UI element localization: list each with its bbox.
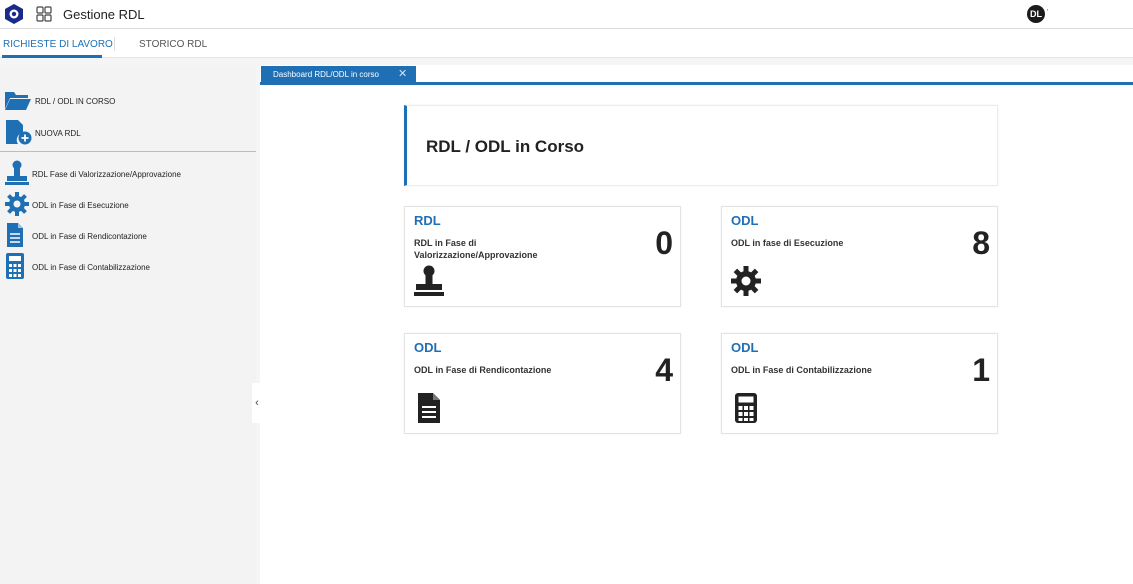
- gear-icon: [5, 192, 29, 216]
- sidebar-item-label: RDL Fase di Valorizzazione/Approvazione: [32, 170, 181, 179]
- main-tab-bar: RICHIESTE DI LAVORO STORICO RDL: [0, 29, 1133, 58]
- card-count: 8: [972, 225, 990, 261]
- sidebar-item-label: ODL in Fase di Contabilizzazione: [32, 263, 150, 272]
- new-document-icon: [6, 120, 32, 145]
- sidebar-item-nuova-rdl[interactable]: NUOVA RDL: [0, 119, 256, 147]
- sidebar-item-label: NUOVA RDL: [35, 129, 81, 138]
- card-odl-contabilizzazione[interactable]: ODL ODL in Fase di Contabilizzazione 1: [721, 333, 998, 434]
- sidebar-item-label: RDL / ODL IN CORSO: [35, 97, 116, 106]
- main-content: Dashboard RDL/ODL in corso ✕ RDL / ODL i…: [260, 65, 1133, 584]
- top-bar: Gestione RDL DL ': [0, 0, 1133, 29]
- active-tab-indicator: [2, 55, 102, 58]
- avatar-menu-indicator[interactable]: ': [1047, 9, 1048, 16]
- folder-open-icon: [5, 92, 31, 110]
- card-odl-rendicontazione[interactable]: ODL ODL in Fase di Rendicontazione 4: [404, 333, 681, 434]
- sidebar-item-label: ODL in Fase di Rendicontazione: [32, 232, 147, 241]
- tab-storico-rdl[interactable]: STORICO RDL: [139, 39, 207, 50]
- stamp-icon: [414, 265, 444, 296]
- doc-tab-underline: [260, 82, 1133, 85]
- card-odl-esecuzione[interactable]: ODL ODL in fase di Esecuzione 8: [721, 206, 998, 307]
- card-type: ODL: [731, 340, 759, 355]
- hexagon-logo-icon[interactable]: [4, 4, 24, 24]
- gear-icon: [731, 266, 761, 296]
- sidebar-item-odl-rendicontazione[interactable]: ODL in Fase di Rendicontazione: [0, 222, 256, 250]
- stamp-icon: [5, 160, 29, 185]
- tab-richieste-di-lavoro[interactable]: RICHIESTE DI LAVORO: [3, 39, 113, 50]
- app-grid-icon[interactable]: [36, 6, 52, 22]
- sidebar-item-odl-contabilizzazione[interactable]: ODL in Fase di Contabilizzazione: [0, 253, 256, 281]
- sidebar-item-rdl-valorizzazione[interactable]: RDL Fase di Valorizzazione/Approvazione: [0, 160, 256, 188]
- card-count: 4: [655, 352, 673, 388]
- card-description: ODL in fase di Esecuzione: [731, 238, 844, 248]
- tab-divider: [114, 37, 115, 51]
- calculator-icon: [6, 253, 24, 279]
- document-icon: [7, 223, 23, 247]
- sidebar-item-rdl-odl-in-corso[interactable]: RDL / ODL IN CORSO: [0, 87, 256, 115]
- sidebar-item-label: ODL in Fase di Esecuzione: [32, 201, 129, 210]
- tab-dashboard-rdl-odl[interactable]: Dashboard RDL/ODL in corso ✕: [261, 66, 416, 83]
- doc-tab-label: Dashboard RDL/ODL in corso: [273, 70, 379, 79]
- close-icon[interactable]: ✕: [398, 66, 407, 83]
- card-type: ODL: [414, 340, 442, 355]
- card-rdl-valorizzazione[interactable]: RDL RDL in Fase di Valorizzazione/Approv…: [404, 206, 681, 307]
- card-description: ODL in Fase di Contabilizzazione: [731, 365, 872, 375]
- card-count: 1: [972, 352, 990, 388]
- sidebar-divider: [0, 151, 256, 152]
- sidebar: RDL / ODL IN CORSO NUOVA RDL RDL Fase di…: [0, 65, 262, 584]
- page-title: RDL / ODL in Corso: [426, 137, 585, 156]
- card-type: ODL: [731, 213, 759, 228]
- dashboard-title-card: RDL / ODL in Corso: [404, 105, 998, 186]
- card-type: RDL: [414, 213, 441, 228]
- sidebar-item-odl-esecuzione[interactable]: ODL in Fase di Esecuzione: [0, 191, 256, 219]
- calculator-icon: [735, 393, 757, 423]
- document-icon: [418, 393, 440, 423]
- card-description: ODL in Fase di Rendicontazione: [414, 365, 552, 375]
- app-title: Gestione RDL: [63, 7, 145, 22]
- user-avatar[interactable]: DL: [1027, 5, 1045, 23]
- card-count: 0: [655, 225, 673, 261]
- card-description: RDL in Fase di Valorizzazione/Approvazio…: [414, 238, 538, 260]
